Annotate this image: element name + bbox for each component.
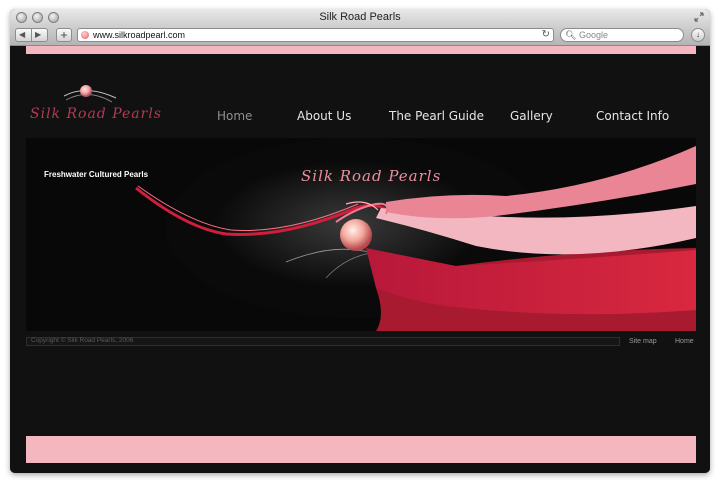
top-accent-strip	[26, 46, 696, 54]
banner-title: Silk Road Pearls	[301, 167, 442, 185]
bottom-accent-strip	[26, 436, 696, 463]
window-title: Silk Road Pearls	[319, 11, 401, 23]
footer-link-home[interactable]: Home	[675, 338, 694, 345]
footer-link-site-map[interactable]: Site map	[629, 338, 657, 345]
site-favicon-icon	[81, 31, 89, 39]
nav-contact-info[interactable]: Contact Info	[596, 109, 669, 123]
downloads-icon[interactable]: ↓	[691, 28, 705, 42]
nav-about-us[interactable]: About Us	[297, 109, 351, 123]
address-bar[interactable]: www.silkroadpearl.com ↻	[77, 28, 554, 42]
web-page: Silk Road Pearls Home About Us The Pearl…	[10, 46, 710, 473]
search-field[interactable]: 🔍︎ Google	[560, 28, 684, 42]
hero-banner: Freshwater Cultured Pearls Silk Road Pea…	[26, 138, 696, 331]
fullscreen-icon[interactable]	[694, 12, 704, 22]
banner-caption: Freshwater Cultured Pearls	[44, 170, 149, 179]
browser-toolbar: ◀ ▶ + www.silkroadpearl.com ↻ 🔍︎ Google …	[10, 26, 710, 46]
footer-bar: Copyright © Silk Road Pearls, 2006	[26, 337, 620, 346]
site-logo[interactable]: Silk Road Pearls	[26, 74, 161, 126]
browser-window: Silk Road Pearls ◀ ▶ + www.silkroadpearl…	[10, 9, 710, 473]
nav-gallery[interactable]: Gallery	[510, 109, 553, 123]
add-bookmark-button[interactable]: +	[56, 28, 72, 42]
search-placeholder: Google	[579, 30, 609, 40]
nav-pearl-guide[interactable]: The Pearl Guide	[389, 109, 484, 123]
address-input[interactable]: www.silkroadpearl.com	[93, 29, 185, 41]
history-buttons: ◀ ▶	[15, 28, 48, 42]
title-bar[interactable]: Silk Road Pearls	[10, 9, 710, 26]
history-divider	[31, 29, 32, 41]
back-button[interactable]: ◀	[19, 30, 25, 39]
reload-icon[interactable]: ↻	[542, 29, 550, 41]
search-icon: 🔍︎	[565, 30, 577, 40]
copyright-text: Copyright © Silk Road Pearls, 2006	[31, 337, 134, 344]
logo-text: Silk Road Pearls	[30, 106, 162, 122]
forward-button[interactable]: ▶	[35, 30, 41, 39]
nav-home[interactable]: Home	[217, 109, 252, 123]
